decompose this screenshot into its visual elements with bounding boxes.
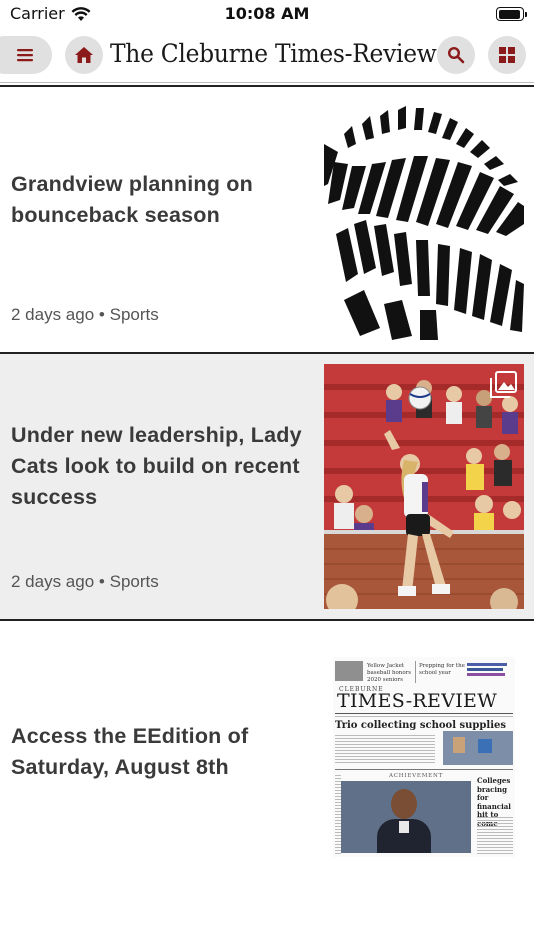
eedition-teaser-right: Prepping for the school year [419, 663, 465, 676]
search-button[interactable] [437, 36, 475, 74]
article-meta: 2 days ago • Sports [11, 572, 159, 592]
article-card[interactable]: Under new leadership, Lady Cats look to … [0, 354, 534, 619]
volleyball-player-photo [324, 364, 524, 609]
eedition-masthead: TIMES-REVIEW [337, 690, 498, 712]
status-bar: Carrier 10:08 AM [0, 0, 534, 30]
article-thumbnail[interactable] [324, 104, 524, 342]
article-category[interactable]: Sports [110, 572, 159, 591]
zebra-stripes-logo [324, 104, 524, 342]
battery-level [498, 9, 521, 19]
article-thumbnail[interactable] [324, 364, 524, 609]
article-card[interactable]: Grandview planning on bounceback season … [0, 87, 534, 352]
home-button[interactable] [65, 36, 103, 74]
article-headline[interactable]: Access the EEdition of Saturday, August … [11, 721, 311, 783]
menu-button[interactable] [0, 36, 52, 74]
eedition-lead-headline: Trio collecting school supplies [335, 720, 506, 731]
sections-button[interactable] [488, 36, 526, 74]
battery-icon [496, 7, 527, 21]
clock: 10:08 AM [224, 4, 310, 23]
meta-separator: • [98, 305, 105, 324]
home-icon [75, 47, 93, 63]
photo-gallery-icon [490, 371, 517, 398]
article-card[interactable]: Access the EEdition of Saturday, August … [0, 621, 534, 871]
hamburger-menu-icon [17, 49, 33, 62]
app-header: The Cleburne Times-Review [0, 30, 534, 83]
eedition-section-label: ACHIEVEMENT [389, 773, 444, 779]
eedition-teaser-left: Yellow Jacket baseball honors 2020 senio… [367, 663, 412, 683]
search-icon [447, 46, 465, 64]
eedition-front-page: Yellow Jacket baseball honors 2020 senio… [333, 657, 515, 857]
article-age: 2 days ago [11, 305, 95, 324]
article-age: 2 days ago [11, 572, 95, 591]
article-category[interactable]: Sports [110, 305, 159, 324]
article-headline[interactable]: Under new leadership, Lady Cats look to … [11, 420, 311, 513]
site-title[interactable]: The Cleburne Times-Review [110, 39, 437, 68]
article-thumbnail[interactable]: Yellow Jacket baseball honors 2020 senio… [333, 657, 515, 857]
grid-icon [499, 47, 515, 63]
article-headline[interactable]: Grandview planning on bounceback season [11, 169, 311, 231]
article-meta: 2 days ago • Sports [11, 305, 159, 325]
meta-separator: • [98, 572, 105, 591]
battery-nub [525, 12, 527, 17]
